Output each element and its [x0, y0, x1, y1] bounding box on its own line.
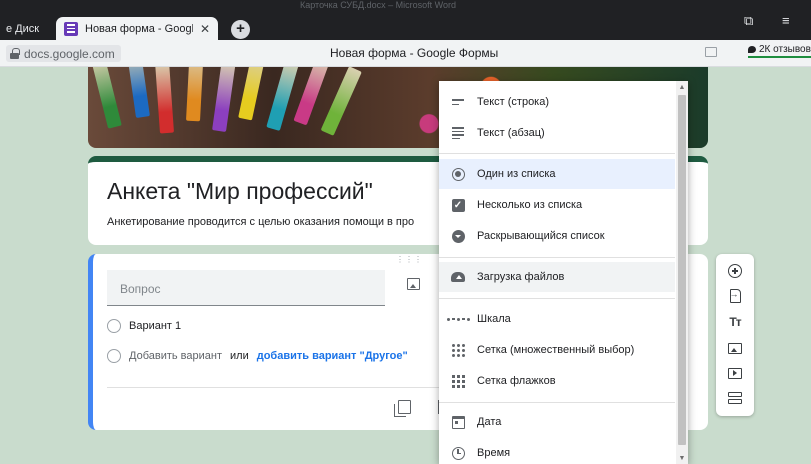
duplicate-icon[interactable]	[394, 400, 411, 417]
menu-divider	[439, 257, 675, 258]
radio-icon	[107, 319, 121, 333]
menu-divider	[439, 402, 675, 403]
menu-item-label: Сетка (множественный выбор)	[477, 344, 635, 356]
clock-icon	[451, 446, 465, 460]
menu-item-time[interactable]: Время	[439, 438, 675, 464]
grid-dots-icon	[451, 343, 465, 357]
add-video-button[interactable]	[727, 365, 743, 381]
section-icon	[728, 391, 742, 405]
restore-window-icon[interactable]: ⧉	[744, 13, 753, 29]
reviews-button[interactable]: 2К отзывов	[748, 44, 811, 58]
tab-title: Новая форма - Google	[85, 22, 193, 35]
menu-item-file-upload[interactable]: Загрузка файлов	[439, 262, 675, 292]
menu-item-label: Шкала	[477, 313, 511, 325]
dropdown-icon	[451, 229, 465, 243]
menu-icon[interactable]: ≡	[782, 13, 790, 28]
scroll-down-icon[interactable]: ▼	[676, 454, 688, 464]
question-type-menu: Текст (строка) Текст (абзац) Один из спи…	[439, 81, 688, 464]
add-other-link[interactable]: добавить вариант "Другое"	[257, 350, 408, 362]
google-forms-icon	[64, 21, 78, 36]
menu-item-paragraph[interactable]: Текст (абзац)	[439, 118, 675, 148]
menu-item-date[interactable]: Дата	[439, 407, 675, 437]
reviews-label: 2К отзывов	[759, 44, 811, 55]
import-icon	[729, 289, 741, 303]
menu-scrollbar[interactable]: ▲ ▼	[676, 81, 688, 464]
menu-item-multiple-choice-grid[interactable]: Сетка (множественный выбор)	[439, 335, 675, 365]
title-icon: Tт	[729, 315, 741, 329]
menu-item-label: Время	[477, 447, 511, 459]
paragraph-icon	[451, 126, 465, 140]
menu-item-short-text[interactable]: Текст (строка)	[439, 87, 675, 117]
lock-icon	[10, 48, 20, 59]
menu-item-label: Один из списка	[477, 168, 556, 180]
image-icon	[728, 342, 742, 354]
add-question-button[interactable]	[727, 263, 743, 279]
menu-item-label: Текст (строка)	[477, 96, 550, 108]
menu-item-label: Раскрывающийся список	[477, 230, 605, 242]
url-text: docs.google.com	[24, 46, 115, 61]
page-title: Новая форма - Google Формы	[330, 46, 499, 60]
calendar-icon	[451, 415, 465, 429]
plus-circle-icon	[728, 264, 742, 278]
menu-item-label: Дата	[477, 416, 502, 428]
menu-item-label: Загрузка файлов	[477, 271, 565, 283]
menu-item-multiple-choice[interactable]: Один из списка	[439, 159, 675, 189]
address-bar: docs.google.com Новая форма - Google Фор…	[0, 40, 811, 67]
linear-scale-icon	[446, 312, 470, 326]
add-option-row: Добавить вариант или добавить вариант "Д…	[107, 349, 408, 363]
option-row: Вариант 1	[107, 319, 181, 333]
add-option-link[interactable]: Добавить вариант	[129, 350, 222, 362]
menu-item-label: Несколько из списка	[477, 199, 583, 211]
grid-squares-icon	[451, 374, 465, 388]
menu-divider	[439, 153, 675, 154]
close-icon[interactable]: ✕	[200, 22, 210, 36]
drag-handle-icon[interactable]: ⋮⋮⋮	[396, 256, 423, 264]
add-image-button[interactable]	[727, 340, 743, 356]
import-questions-button[interactable]	[727, 288, 743, 304]
checkbox-icon: ✓	[451, 198, 465, 212]
menu-divider	[439, 298, 675, 299]
menu-item-checkboxes[interactable]: ✓ Несколько из списка	[439, 190, 675, 220]
add-title-button[interactable]: Tт	[727, 314, 743, 330]
side-toolbar: Tт	[716, 254, 754, 416]
tab-disk[interactable]: e Диск	[0, 18, 39, 40]
short-text-icon	[451, 95, 465, 109]
scroll-up-icon[interactable]: ▲	[676, 83, 688, 93]
menu-item-linear-scale[interactable]: Шкала	[439, 304, 675, 334]
browser-tab-strip: Карточка СУБД.docx – Microsoft Word e Ди…	[0, 0, 811, 40]
menu-item-label: Сетка флажков	[477, 375, 556, 387]
scrollbar-thumb[interactable]	[678, 95, 686, 445]
menu-item-dropdown[interactable]: Раскрывающийся список	[439, 221, 675, 251]
video-icon	[728, 367, 742, 379]
add-section-button[interactable]	[727, 390, 743, 406]
radio-icon	[107, 349, 121, 363]
option-label[interactable]: Вариант 1	[129, 320, 181, 332]
speech-bubble-icon	[748, 46, 756, 53]
radio-icon	[451, 167, 465, 181]
picture-in-picture-icon[interactable]	[705, 47, 717, 57]
new-tab-button[interactable]: +	[231, 20, 250, 39]
menu-item-checkbox-grid[interactable]: Сетка флажков	[439, 366, 675, 396]
tab-new-form[interactable]: Новая форма - Google ✕	[56, 17, 218, 40]
menu-item-label: Текст (абзац)	[477, 127, 545, 139]
question-input[interactable]: Вопрос	[107, 270, 385, 306]
or-text: или	[230, 350, 249, 362]
add-image-icon[interactable]	[407, 278, 420, 290]
url-field[interactable]: docs.google.com	[6, 45, 121, 62]
os-window-caption: Карточка СУБД.docx – Microsoft Word	[300, 0, 456, 10]
cloud-upload-icon	[451, 270, 465, 284]
